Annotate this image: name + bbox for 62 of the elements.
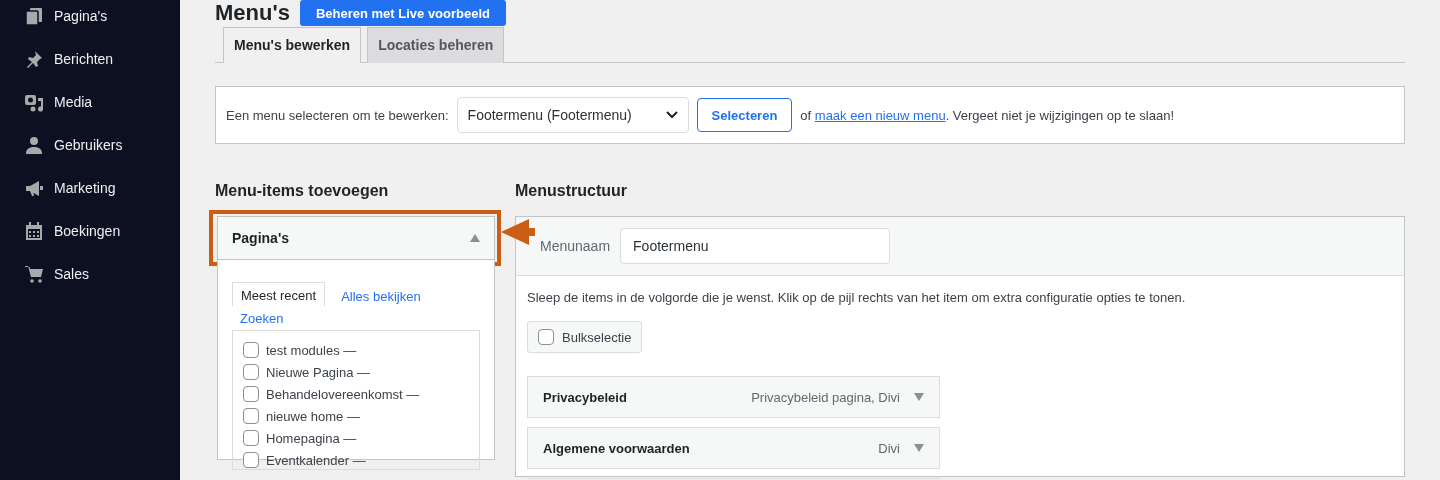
accordion-header[interactable]: Pagina's — [217, 216, 495, 260]
page-label: Homepagina — — [266, 430, 357, 446]
megaphone-icon — [24, 178, 44, 198]
sidebar-item[interactable]: Sales — [0, 262, 180, 286]
sidebar-item[interactable]: Pagina's — [0, 4, 180, 28]
page-label: Behandelovereenkomst — — [266, 386, 420, 402]
section-heading: Menustructuur — [515, 181, 628, 201]
bulk-select-button[interactable]: Bulkselectie — [527, 321, 643, 353]
checkbox[interactable] — [243, 408, 259, 424]
sidebar-label: Marketing — [54, 180, 116, 196]
tab[interactable]: Locaties beheren — [367, 27, 505, 63]
expand-arrow-icon[interactable] — [914, 444, 924, 452]
checkbox[interactable] — [538, 329, 554, 345]
page-label: Nieuwe Pagina — — [266, 364, 371, 380]
panel-tab[interactable]: Zoeken — [232, 306, 292, 328]
menu-item-type: Divi — [878, 440, 900, 456]
sidebar-label: Media — [54, 94, 93, 110]
menu-item[interactable]: Algemene voorwaarden Divi — [527, 427, 940, 469]
panel-tab[interactable]: Meest recent — [232, 282, 326, 306]
page-label: Eventkalender — — [266, 452, 366, 468]
page-label: nieuwe home — — [266, 408, 360, 424]
cart-icon — [24, 264, 44, 284]
sidebar-label: Pagina's — [54, 8, 108, 24]
menu-item-title: Algemene voorwaarden — [543, 440, 691, 456]
live-preview-button[interactable]: Beheren met Live voorbeeld — [299, 0, 507, 26]
select-label: Een menu selecteren om te bewerken: — [226, 107, 449, 123]
instructions-text: Sleep de items in de volgorde die je wenst. Klik op de pijl rechts van het item om extra configuratie opties te tonen. — [527, 290, 1187, 305]
page-title: Menu's — [215, 0, 290, 26]
pages-icon — [24, 6, 44, 26]
checkbox[interactable] — [243, 364, 259, 380]
sidebar-item[interactable]: Boekingen — [0, 219, 180, 243]
tab[interactable]: Menu's bewerken — [223, 27, 362, 63]
checkbox[interactable] — [243, 452, 259, 468]
menu-item-title: Privacybeleid — [543, 389, 628, 405]
panel-tab[interactable]: Alles bekijken — [333, 284, 429, 306]
chevron-down-icon — [665, 111, 678, 119]
sidebar-item[interactable]: Berichten — [0, 47, 180, 71]
sidebar-item[interactable]: Media — [0, 90, 180, 114]
page-label: test modules — — [266, 342, 357, 358]
collapse-arrow-icon[interactable] — [470, 234, 480, 242]
checkbox[interactable] — [243, 386, 259, 402]
menu-name-field[interactable]: Footermenu — [620, 228, 891, 264]
sidebar-label: Gebruikers — [54, 137, 123, 153]
select-hint-text: of maak een nieuw menu. Vergeet niet je wijzigingen op te slaan! — [800, 107, 1174, 123]
expand-arrow-icon[interactable] — [914, 393, 924, 401]
menu-item-type: Privacybeleid pagina, Divi — [751, 389, 900, 405]
checkbox[interactable] — [243, 430, 259, 446]
media-icon — [24, 92, 44, 112]
calendar-icon — [24, 221, 44, 241]
select-button[interactable]: Selecteren — [696, 98, 793, 132]
menu-item[interactable]: Privacybeleid Privacybeleid pagina, Divi — [527, 376, 940, 418]
menu-dropdown[interactable]: Footermenu (Footermenu) — [456, 97, 689, 133]
sidebar-label: Boekingen — [54, 223, 121, 239]
menu-name-label: Menunaam — [540, 238, 611, 254]
sidebar-item[interactable]: Marketing — [0, 176, 180, 200]
section-heading: Menu-items toevoegen — [215, 181, 390, 201]
sidebar-label: Berichten — [54, 51, 114, 67]
checkbox[interactable] — [243, 342, 259, 358]
new-menu-link[interactable]: maak een nieuw menu — [814, 107, 946, 123]
sidebar-item[interactable]: Gebruikers — [0, 133, 180, 157]
user-icon — [24, 135, 44, 155]
sidebar-label: Sales — [54, 266, 90, 282]
